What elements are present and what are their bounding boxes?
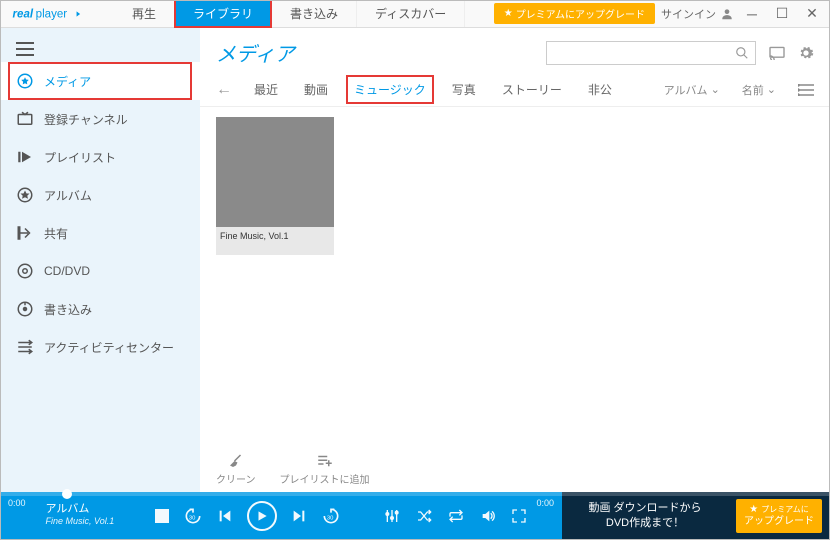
add-playlist-label: プレイリストに追加 [280,471,370,486]
stop-button[interactable] [155,509,169,523]
chevron-down-icon: ⌄ [767,83,776,96]
chevron-down-icon: ⌄ [711,83,720,96]
playlist-add-icon [316,452,334,470]
svg-text:player: player [36,8,68,20]
filter-tab-4[interactable]: ストーリー [498,79,566,100]
rewind-30-button[interactable]: 30 [183,506,203,526]
tab-2[interactable]: 書き込み [272,0,357,27]
time-current: 0:00 [0,498,34,508]
time-total: 0:00 [528,498,562,508]
minimize-button[interactable]: ─ [740,2,764,26]
sidebar-item-label: 書き込み [44,301,92,318]
sidebar-item-star-circle[interactable]: メディア [0,62,200,100]
signin-button[interactable]: サインイン [661,6,734,22]
filter-tab-1[interactable]: 動画 [300,79,332,100]
promo-upgrade-button[interactable]: ★プレミアムに アップグレード [736,499,822,533]
hamburger-button[interactable] [0,36,200,62]
maximize-button[interactable]: ☐ [770,2,794,26]
add-to-playlist-button[interactable]: プレイリストに追加 [280,452,370,486]
album-card[interactable]: Fine Music, Vol.1 [216,117,334,255]
sidebar-item-label: 登録チャンネル [44,111,128,128]
tab-0[interactable]: 再生 [114,0,175,27]
repeat-button[interactable] [447,508,465,524]
cleanup-label: クリーン [216,471,256,486]
sidebar-item-album[interactable]: アルバム [0,176,200,214]
previous-button[interactable] [217,508,233,524]
tab-3[interactable]: ディスカバー [357,0,465,27]
album-icon [16,186,34,204]
app-logo[interactable]: realplayer [0,0,114,27]
playlist-icon [16,148,34,166]
premium-label: プレミアムにアップグレード [516,6,645,21]
star-icon: ★ [749,504,758,516]
search-icon[interactable] [735,46,749,60]
shuffle-button[interactable] [415,508,433,524]
album-thumbnail [216,117,334,227]
search-input-container[interactable] [546,41,756,65]
premium-upgrade-button[interactable]: ★ プレミアムにアップグレード [494,3,655,24]
sidebar-item-label: アルバム [44,187,92,204]
volume-button[interactable] [479,508,497,524]
filter-tab-3[interactable]: 写真 [448,79,480,100]
sidebar-item-label: CD/DVD [44,264,90,278]
fullscreen-button[interactable] [511,508,527,524]
burn-icon [16,300,34,318]
progress-handle[interactable] [62,489,72,499]
star-icon: ★ [504,8,513,19]
now-playing-title: アルバム [46,500,142,516]
back-button[interactable]: ← [216,81,232,99]
sidebar-item-label: アクティビティセンター [44,339,174,356]
svg-text:30: 30 [189,515,196,521]
next-button[interactable] [291,508,307,524]
tv-icon [16,110,34,128]
promo-text: 動画 ダウンロードから DVD作成まで！ [562,501,728,532]
sidebar-item-tv[interactable]: 登録チャンネル [0,100,200,138]
sidebar-item-disc[interactable]: CD/DVD [0,252,200,290]
svg-text:real: real [13,8,34,20]
user-icon [720,7,734,21]
group-dropdown[interactable]: アルバム ⌄ [664,82,720,98]
gear-icon[interactable] [798,45,814,61]
activity-icon [16,338,34,356]
close-button[interactable]: ✕ [800,2,824,26]
search-input[interactable] [553,47,735,59]
progress-bar[interactable] [0,492,830,496]
sidebar-item-playlist[interactable]: プレイリスト [0,138,200,176]
tab-1[interactable]: ライブラリ [175,0,272,27]
sort-dropdown[interactable]: 名前 ⌄ [742,82,776,98]
sidebar-item-activity[interactable]: アクティビティセンター [0,328,200,366]
sidebar-item-label: プレイリスト [44,149,116,166]
view-list-icon[interactable] [798,84,814,96]
disc-icon [16,262,34,280]
cast-icon[interactable] [768,46,786,60]
broom-icon [227,452,245,470]
sidebar-item-burn[interactable]: 書き込み [0,290,200,328]
star-circle-icon [16,72,34,90]
cleanup-button[interactable]: クリーン [216,452,256,486]
equalizer-button[interactable] [383,508,401,524]
forward-30-button[interactable]: 30 [321,506,341,526]
signin-label: サインイン [661,6,716,22]
sidebar-item-label: 共有 [44,225,68,242]
sidebar-item-share[interactable]: 共有 [0,214,200,252]
svg-text:30: 30 [327,515,334,521]
share-icon [16,224,34,242]
filter-tab-5[interactable]: 非公 [584,79,616,100]
play-button[interactable] [247,501,277,531]
filter-tab-2[interactable]: ミュージック [350,79,430,100]
page-title: メディア [216,38,534,67]
album-title: Fine Music, Vol.1 [216,227,334,255]
filter-tab-0[interactable]: 最近 [250,79,282,100]
sidebar-item-label: メディア [44,73,91,90]
now-playing-subtitle: Fine Music, Vol.1 [46,516,142,526]
